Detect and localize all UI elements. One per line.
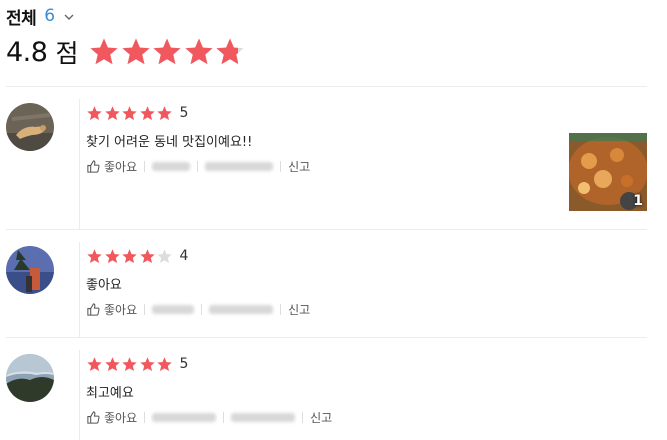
score-unit: 점 [55, 39, 79, 68]
divider [79, 99, 80, 229]
review-text: 찾기 어려운 동네 맛집이예요!! [86, 135, 253, 150]
thumbs-up-icon [87, 159, 100, 173]
divider [79, 350, 80, 440]
star-icon [216, 38, 245, 65]
separator [144, 411, 146, 423]
star-icon [139, 105, 155, 120]
rating-number: 5 [179, 105, 189, 121]
review-rating: 5 [86, 104, 188, 122]
like-label: 좋아요 [104, 159, 138, 174]
reviewer-name [152, 161, 191, 171]
reviewer-name [152, 304, 195, 314]
separator [144, 303, 146, 315]
report-button[interactable]: 신고 [288, 301, 310, 318]
avatar[interactable] [6, 103, 54, 151]
review-item: 5 최고예요 좋아요 신고 [0, 338, 667, 440]
thumbs-up-icon [87, 410, 100, 424]
star-icon [122, 356, 137, 371]
review-item: 5 찾기 어려운 동네 맛집이예요!! 좋아요 신고 1 [0, 87, 667, 229]
review-meta: 좋아요 신고 [86, 157, 310, 175]
star-icon [122, 38, 150, 65]
star-icon [87, 356, 102, 371]
like-button[interactable]: 좋아요 [86, 301, 137, 318]
filter-label: 전체 [6, 8, 37, 29]
rating-number: 5 [179, 356, 189, 372]
review-photo[interactable]: 1 [569, 133, 647, 211]
separator [302, 411, 304, 423]
review-text: 최고예요 [86, 386, 134, 401]
separator [197, 160, 199, 172]
separator [144, 160, 146, 172]
star-icon [157, 105, 172, 120]
like-label: 좋아요 [104, 410, 138, 425]
average-stars [88, 36, 246, 68]
review-rating: 4 [86, 247, 188, 265]
review-item: 4 좋아요 좋아요 신고 [0, 230, 667, 337]
photo-count-badge: 1 [633, 193, 643, 209]
star-icon [87, 248, 102, 263]
separator [280, 303, 282, 315]
review-date [231, 412, 296, 422]
separator [201, 303, 203, 315]
review-text: 좋아요 [86, 278, 122, 293]
star-icon [104, 105, 120, 120]
star-icon [104, 248, 120, 263]
star-icon [139, 248, 155, 263]
star-icon [87, 105, 102, 120]
star-icon [122, 105, 137, 120]
avatar[interactable] [6, 354, 54, 402]
reviewer-name [152, 412, 217, 422]
star-icon [157, 356, 172, 371]
review-date [205, 161, 274, 171]
divider [79, 242, 80, 337]
rating-summary: 4.8 점 [6, 34, 246, 70]
review-meta: 좋아요 신고 [86, 300, 310, 318]
review-filter-dropdown[interactable]: 전체 6 [6, 4, 76, 29]
star-icon [122, 248, 137, 263]
average-score: 4.8 [6, 36, 48, 68]
review-rating: 5 [86, 355, 188, 373]
separator [223, 411, 225, 423]
review-count: 6 [44, 6, 56, 26]
review-date [209, 304, 274, 314]
star-icon [90, 38, 119, 65]
rating-number: 4 [179, 248, 189, 264]
star-icon [139, 356, 155, 371]
star-icon [153, 38, 182, 65]
star-icon [185, 38, 213, 65]
avatar[interactable] [6, 246, 54, 294]
like-button[interactable]: 좋아요 [86, 158, 137, 175]
star-icon [157, 248, 172, 263]
report-button[interactable]: 신고 [310, 409, 332, 426]
report-button[interactable]: 신고 [288, 158, 310, 175]
review-meta: 좋아요 신고 [86, 408, 332, 426]
chevron-down-icon [62, 9, 76, 23]
separator [280, 160, 282, 172]
like-label: 좋아요 [104, 302, 138, 317]
star-icon [104, 356, 120, 371]
like-button[interactable]: 좋아요 [86, 409, 137, 426]
thumbs-up-icon [87, 302, 100, 316]
